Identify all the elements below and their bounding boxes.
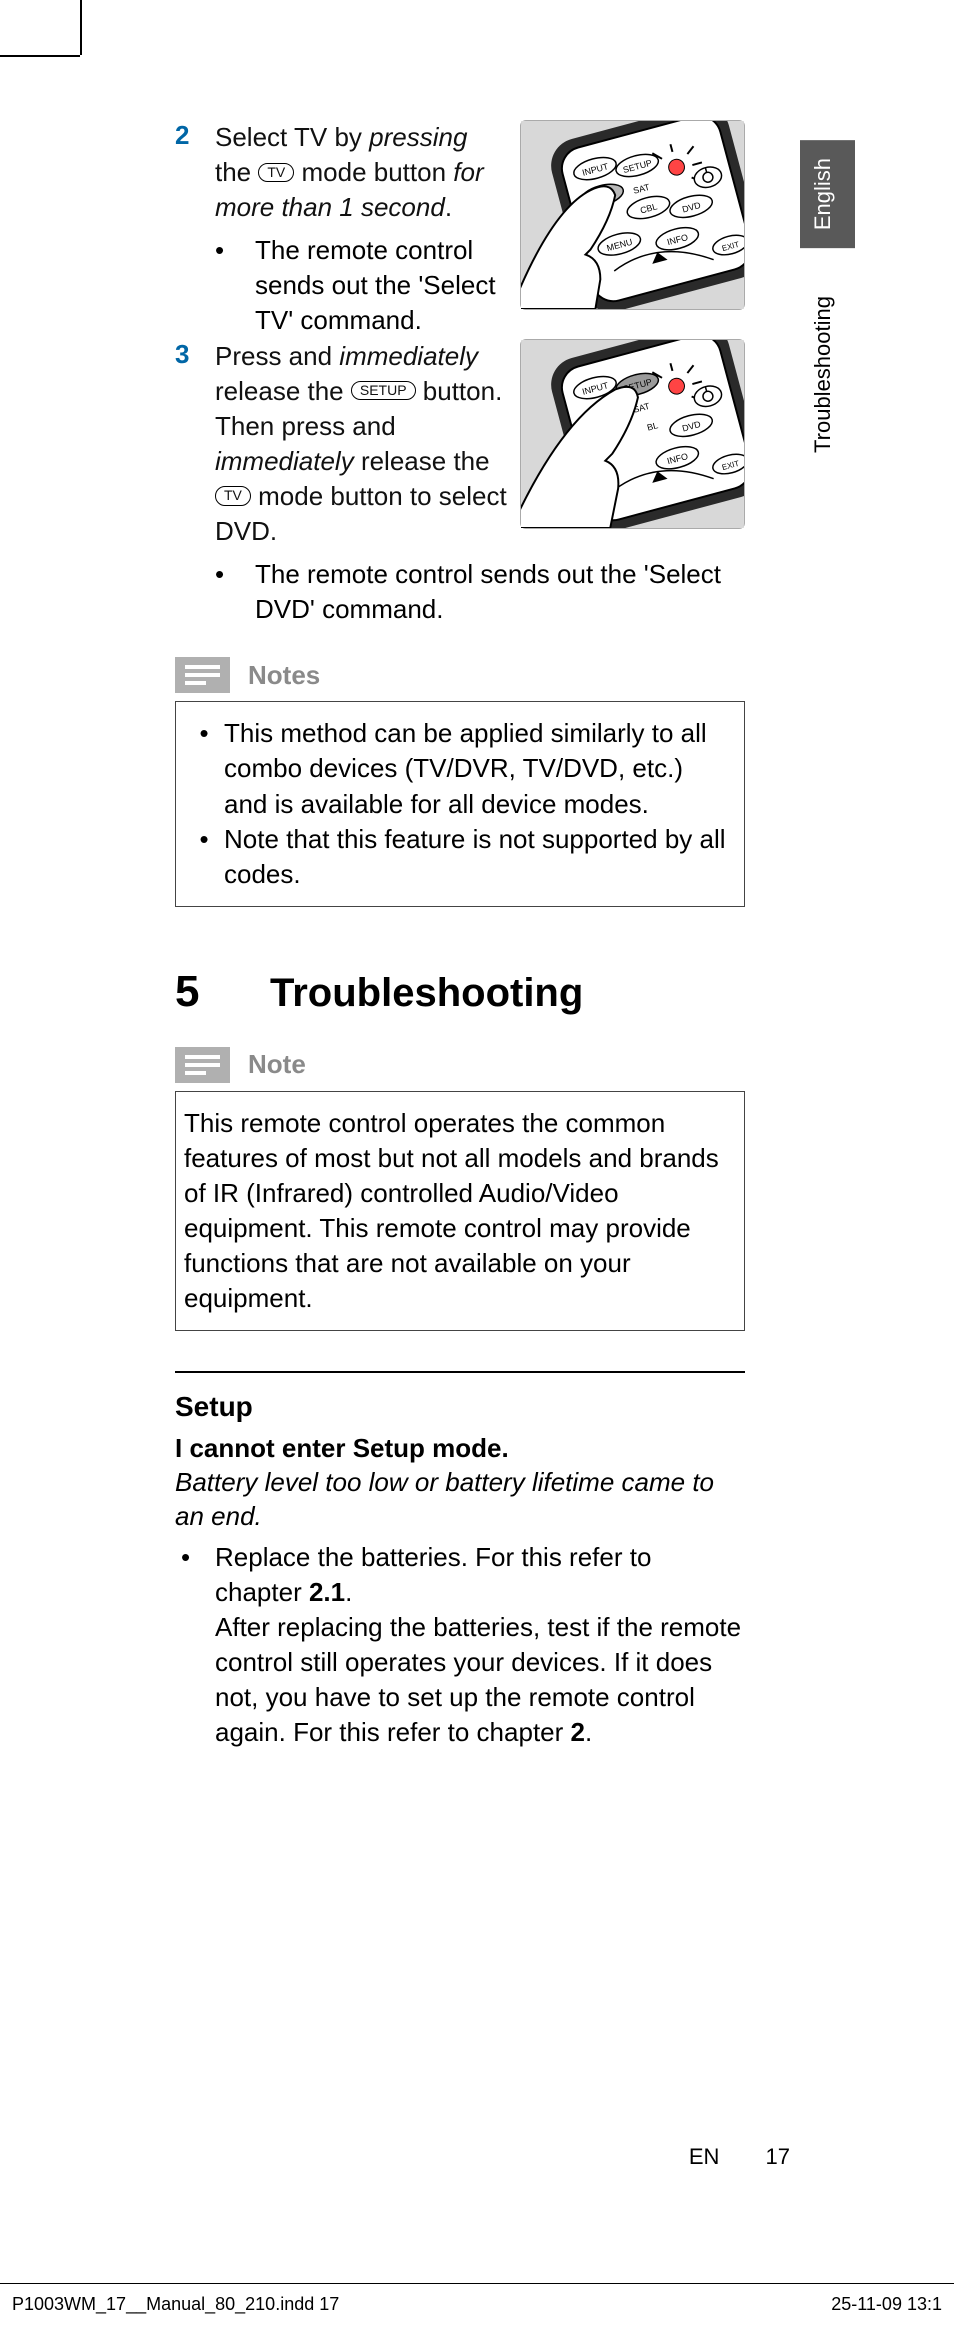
t: mode button to select DVD. xyxy=(215,481,507,546)
chapter-ref: 2.1 xyxy=(309,1577,345,1607)
step-body: Press and immediately release the SETUP … xyxy=(215,339,510,550)
note-box: This remote control operates the common … xyxy=(175,1091,745,1332)
date-meta: 25-11-09 13:1 xyxy=(831,2294,942,2315)
step-number: 2 xyxy=(175,120,215,225)
bullet-dot: • xyxy=(215,557,255,627)
t: release the xyxy=(354,446,490,476)
section-5-heading: 5 Troubleshooting xyxy=(175,967,745,1017)
remote-illustration-1: INPUT SETUP TV SAT xyxy=(520,120,745,310)
page-container: English Troubleshooting INPUT SETUP TV xyxy=(130,0,900,2230)
bullet-dot: • xyxy=(184,822,224,892)
note-icon xyxy=(175,1047,230,1083)
t: the xyxy=(215,157,258,187)
note-header: Note xyxy=(175,1047,745,1083)
t: Press and xyxy=(215,341,339,371)
divider xyxy=(175,1371,745,1373)
remote-illustration-2: INPUT SETUP SAT xyxy=(520,339,745,529)
t: After replacing the batteries, test if t… xyxy=(215,1612,741,1747)
bullet-dot: • xyxy=(215,233,255,338)
side-tabs: English Troubleshooting xyxy=(800,140,860,471)
t: Replace the batteries. For this refer to… xyxy=(215,1542,651,1607)
problem-text: I cannot enter Setup mode. xyxy=(175,1433,745,1464)
bullet-text: The remote control sends out the 'Select… xyxy=(255,557,745,627)
content-area: INPUT SETUP TV SAT xyxy=(175,120,745,1751)
footer-page: 17 xyxy=(766,2144,790,2169)
tab-language: English xyxy=(800,140,855,248)
t: immediately xyxy=(339,341,478,371)
step-2: 2 Select TV by pressing the TV mode butt… xyxy=(175,120,510,225)
note-item: • Note that this feature is not supporte… xyxy=(184,822,730,892)
chapter-ref: 2 xyxy=(571,1717,585,1747)
t: . xyxy=(345,1577,352,1607)
bullet-dot: • xyxy=(175,1540,215,1751)
cause-text: Battery level too low or battery lifetim… xyxy=(175,1466,745,1534)
t: Select TV by xyxy=(215,122,369,152)
step-3-bullet: • The remote control sends out the 'Sele… xyxy=(215,557,745,627)
t: immediately xyxy=(215,446,354,476)
step-2-bullet: • The remote control sends out the 'Sele… xyxy=(215,233,510,338)
tv-button-label: TV xyxy=(215,486,251,505)
bullet-dot: • xyxy=(184,716,224,821)
print-metadata: P1003WM_17__Manual_80_210.indd 17 25-11-… xyxy=(0,2283,954,2315)
setup-button-label: SETUP xyxy=(351,381,416,400)
note-text: This method can be applied similarly to … xyxy=(224,716,730,821)
remote-svg-1: INPUT SETUP TV SAT xyxy=(521,121,744,309)
remote-svg-2: INPUT SETUP SAT xyxy=(521,340,744,528)
crop-mark-v xyxy=(80,0,82,55)
t: . xyxy=(585,1717,592,1747)
tab-section: Troubleshooting xyxy=(800,278,855,471)
setup-heading: Setup xyxy=(175,1391,745,1423)
t: pressing xyxy=(369,122,467,152)
notes-title: Notes xyxy=(248,660,320,691)
crop-mark-h xyxy=(0,55,80,57)
section-title: Troubleshooting xyxy=(270,971,583,1016)
step-body: Select TV by pressing the TV mode button… xyxy=(215,120,510,225)
footer-lang: EN xyxy=(689,2144,720,2169)
note-title: Note xyxy=(248,1049,306,1080)
file-meta: P1003WM_17__Manual_80_210.indd 17 xyxy=(12,2294,339,2315)
solution-text: Replace the batteries. For this refer to… xyxy=(215,1540,745,1751)
tv-button-label: TV xyxy=(258,163,294,182)
note-item: • This method can be applied similarly t… xyxy=(184,716,730,821)
solution-item: • Replace the batteries. For this refer … xyxy=(175,1540,745,1751)
page-footer: EN 17 xyxy=(689,2144,790,2170)
notes-box: • This method can be applied similarly t… xyxy=(175,701,745,906)
t: release the xyxy=(215,376,351,406)
notes-header: Notes xyxy=(175,657,745,693)
note-body: This remote control operates the common … xyxy=(184,1106,730,1317)
t: mode button xyxy=(294,157,453,187)
step-3: 3 Press and immediately release the SETU… xyxy=(175,339,510,550)
t: . xyxy=(445,192,452,222)
section-number: 5 xyxy=(175,967,270,1017)
bullet-text: The remote control sends out the 'Select… xyxy=(255,233,510,338)
note-text: Note that this feature is not supported … xyxy=(224,822,730,892)
notes-icon xyxy=(175,657,230,693)
step-number: 3 xyxy=(175,339,215,550)
